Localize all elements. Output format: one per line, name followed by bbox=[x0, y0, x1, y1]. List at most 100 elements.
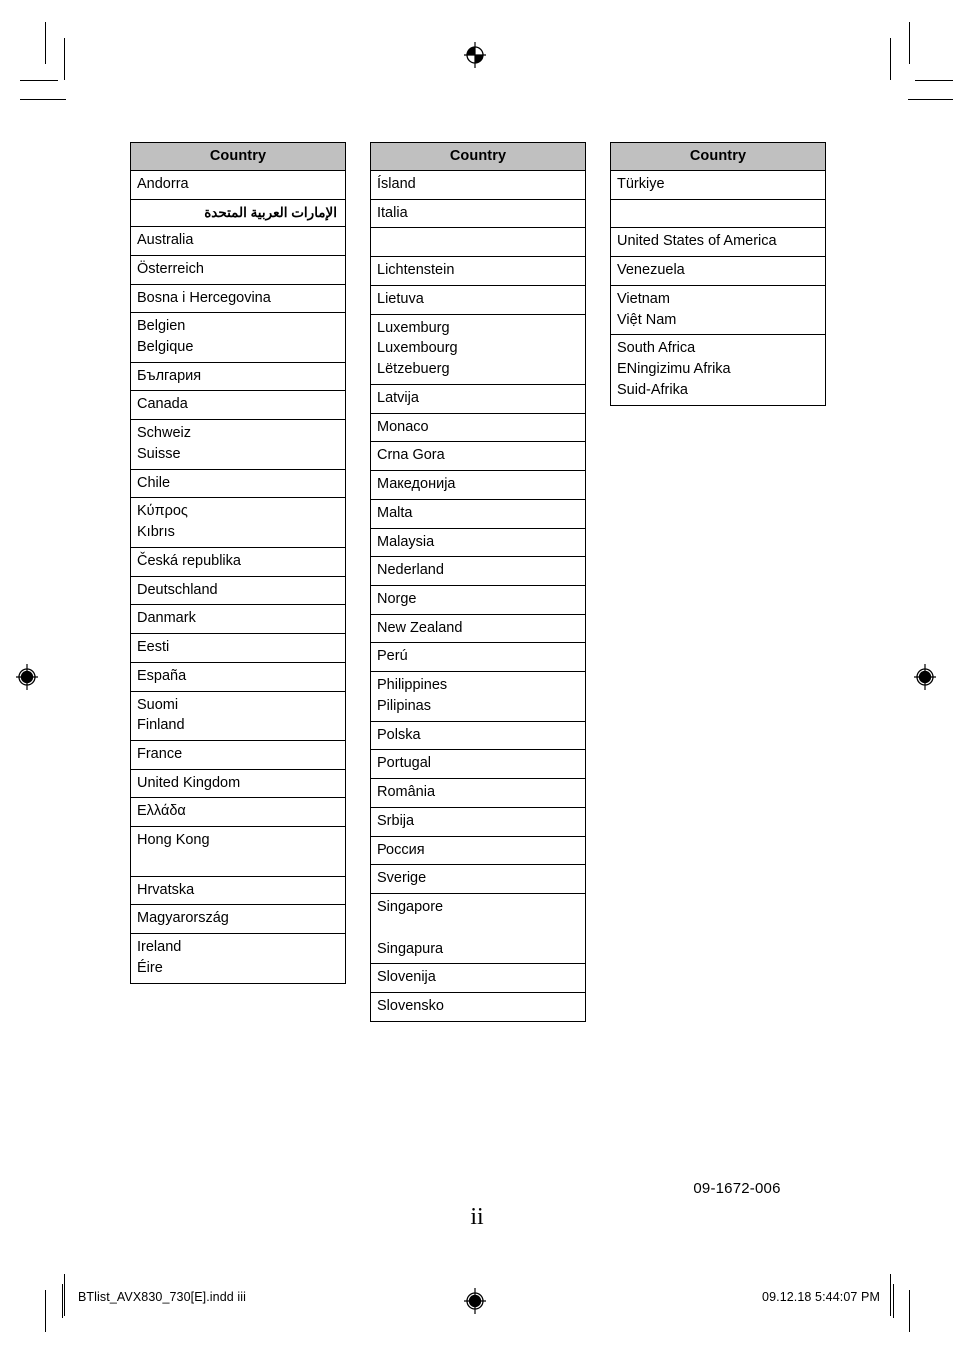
country-name-cell: Monaco bbox=[370, 412, 586, 443]
registration-target-icon-bottom bbox=[464, 1288, 486, 1314]
table-row bbox=[370, 227, 586, 258]
country-name-cell: الإمارات العربية المتحدة bbox=[130, 198, 346, 228]
country-name-cell bbox=[610, 198, 826, 229]
country-name-cell: Македонија bbox=[370, 470, 586, 500]
table-row: Italia bbox=[370, 198, 586, 229]
table-row: Magyarország bbox=[130, 904, 346, 935]
country-name-cell: Norge bbox=[370, 585, 586, 615]
table-row: Andorra bbox=[130, 170, 346, 200]
crop-mark-top-right-vertical-inner bbox=[890, 38, 891, 80]
table-row: Slovenija bbox=[370, 963, 586, 994]
country-name-cell: Singapore Singapura bbox=[370, 893, 586, 965]
country-name-cell: Nederland bbox=[370, 556, 586, 587]
country-name-cell: România bbox=[370, 778, 586, 808]
crop-mark-bottom-right-vertical-outer bbox=[909, 1290, 910, 1332]
country-name-cell: Luxemburg Luxembourg Lëtzebuerg bbox=[370, 313, 586, 385]
table-row: Suomi Finland bbox=[130, 690, 346, 741]
country-name-cell: Türkiye bbox=[610, 170, 826, 200]
table-row: Canada bbox=[130, 390, 346, 421]
crop-mark-top-left-horizontal-outer bbox=[20, 99, 66, 100]
country-name-cell: Deutschland bbox=[130, 575, 346, 606]
column-header-country: Country bbox=[610, 142, 826, 171]
country-name-cell: Polska bbox=[370, 720, 586, 751]
country-table: Country Ísland Italia Lichtenstein Lietuva… bbox=[370, 142, 586, 1022]
table-row: Polska bbox=[370, 720, 586, 751]
table-row: Schweiz Suisse bbox=[130, 419, 346, 470]
country-table-column-2: Country Ísland Italia Lichtenstein Lietuva… bbox=[370, 142, 586, 1022]
crop-mark-bottom-left-vertical-inner bbox=[64, 1274, 65, 1316]
country-name-cell: Australia bbox=[130, 226, 346, 256]
table-row: Bosna i Hercegovina bbox=[130, 283, 346, 314]
country-name-cell: Κύπρος Kıbrıs bbox=[130, 497, 346, 548]
table-row: South Africa ENingizimu Afrika Suid-Afri… bbox=[610, 334, 826, 406]
country-name-cell: Portugal bbox=[370, 749, 586, 780]
table-row: România bbox=[370, 778, 586, 808]
crop-mark-bottom-left-vertical-outer bbox=[45, 1290, 46, 1332]
table-row: Nederland bbox=[370, 556, 586, 587]
table-row: Perú bbox=[370, 642, 586, 673]
table-row: България bbox=[130, 361, 346, 392]
country-name-cell: Ísland bbox=[370, 170, 586, 200]
table-row: Philippines Pilipinas bbox=[370, 671, 586, 722]
table-row: Malta bbox=[370, 498, 586, 529]
table-row: Norge bbox=[370, 585, 586, 615]
country-name-cell: Eesti bbox=[130, 633, 346, 663]
table-body: Andorra الإمارات العربية المتحدة Australia… bbox=[130, 170, 346, 984]
country-name-cell: France bbox=[130, 739, 346, 770]
country-name-cell: Italia bbox=[370, 198, 586, 229]
country-name-cell: Chile bbox=[130, 468, 346, 499]
country-name-cell: United Kingdom bbox=[130, 768, 346, 799]
table-row: Россия bbox=[370, 835, 586, 866]
table-row: United Kingdom bbox=[130, 768, 346, 799]
country-name-cell: Venezuela bbox=[610, 256, 826, 286]
table-body: Türkiye United States of America Venezuel… bbox=[610, 170, 826, 406]
country-name-cell: United States of America bbox=[610, 227, 826, 258]
country-name-cell: България bbox=[130, 361, 346, 392]
table-row: Sverige bbox=[370, 864, 586, 895]
country-name-cell: Philippines Pilipinas bbox=[370, 671, 586, 722]
table-row bbox=[610, 198, 826, 229]
table-header-row: Country bbox=[130, 142, 346, 171]
country-name-cell: South Africa ENingizimu Afrika Suid-Afri… bbox=[610, 334, 826, 406]
table-row: Latvija bbox=[370, 383, 586, 414]
table-row: Κύπρος Kıbrıs bbox=[130, 497, 346, 548]
country-table: Country Türkiye United States of America… bbox=[610, 142, 826, 406]
footer-filename: BTlist_AVX830_730[E].indd iii bbox=[78, 1290, 247, 1304]
country-name-cell: España bbox=[130, 661, 346, 692]
table-row: Lietuva bbox=[370, 284, 586, 315]
country-name-cell: Magyarország bbox=[130, 904, 346, 935]
column-header-country: Country bbox=[130, 142, 346, 171]
table-row: Ísland bbox=[370, 170, 586, 200]
country-name-cell: Ireland Éire bbox=[130, 933, 346, 984]
country-table-column-3: Country Türkiye United States of America… bbox=[610, 142, 826, 406]
table-row: Hong Kong bbox=[130, 826, 346, 877]
crop-mark-bottom-right-vertical-inner bbox=[890, 1274, 891, 1316]
table-row: United States of America bbox=[610, 227, 826, 258]
crop-mark-top-right-horizontal-inner bbox=[915, 80, 953, 81]
country-name-cell: Srbija bbox=[370, 806, 586, 837]
table-row: Venezuela bbox=[610, 256, 826, 286]
country-name-cell: Россия bbox=[370, 835, 586, 866]
country-name-cell: Schweiz Suisse bbox=[130, 419, 346, 470]
country-name-cell: Malta bbox=[370, 498, 586, 529]
country-name-cell: Malaysia bbox=[370, 527, 586, 558]
country-name-cell: Lietuva bbox=[370, 284, 586, 315]
country-name-cell: Vietnam Việt Nam bbox=[610, 284, 826, 336]
table-row: Luxemburg Luxembourg Lëtzebuerg bbox=[370, 313, 586, 385]
country-name-cell: Bosna i Hercegovina bbox=[130, 283, 346, 314]
table-row: Eesti bbox=[130, 633, 346, 663]
table-row: Monaco bbox=[370, 412, 586, 443]
crop-mark-top-right-vertical-outer bbox=[909, 22, 910, 64]
table-row: Portugal bbox=[370, 749, 586, 780]
table-row: Vietnam Việt Nam bbox=[610, 284, 826, 336]
country-name-cell: Crna Gora bbox=[370, 441, 586, 472]
country-name-cell: Česká republika bbox=[130, 546, 346, 577]
country-name-cell: Perú bbox=[370, 642, 586, 673]
table-row: Deutschland bbox=[130, 575, 346, 606]
column-header-country: Country bbox=[370, 142, 586, 171]
table-row: Hrvatska bbox=[130, 875, 346, 906]
country-table: Country Andorra الإمارات العربية المتحدة A… bbox=[130, 142, 346, 984]
footer-rule-right bbox=[893, 1284, 894, 1318]
table-row: Belgien Belgique bbox=[130, 312, 346, 363]
country-name-cell: Österreich bbox=[130, 254, 346, 285]
